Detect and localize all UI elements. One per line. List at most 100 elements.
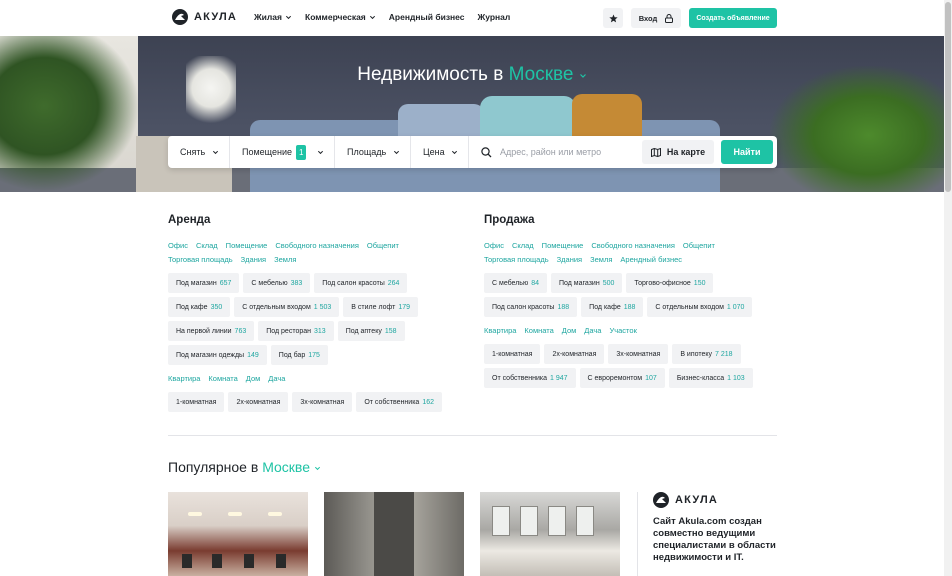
filter-tag[interactable]: Под кафе 188 [581, 297, 644, 317]
tag-count: 179 [398, 303, 411, 311]
tag-label: 1-комнатная [176, 398, 217, 406]
category-link[interactable]: Участок [609, 326, 636, 335]
sale-title: Продажа [484, 214, 535, 226]
nav-item[interactable]: Коммерческая [305, 12, 376, 22]
filter-tag[interactable]: Под аптеку 158 [337, 321, 405, 341]
tag-label: С мебелью [492, 279, 529, 287]
favorites-button[interactable] [603, 8, 623, 28]
category-link[interactable]: Здания [557, 255, 582, 264]
popular-title-prefix: Популярное в [168, 459, 259, 475]
create-listing-button[interactable]: Создать объявление [689, 8, 777, 28]
rent-title: Аренда [168, 214, 211, 226]
filter-tag[interactable]: 3х-комнатная [292, 392, 353, 412]
category-link[interactable]: Квартира [168, 374, 200, 383]
category-link[interactable]: Свободного назначения [275, 241, 359, 250]
nav-item[interactable]: Арендный бизнес [389, 12, 465, 22]
rent-tags: Под магазин 657 С мебелью 383 Под салон крас… [168, 273, 458, 365]
page: АКУЛА Жилая Коммерческая Арендный бизнес Жу… [0, 0, 944, 576]
filter-tag[interactable]: Под магазин 657 [168, 273, 240, 293]
nav-item-label: Журнал [477, 12, 511, 22]
filter-tag[interactable]: Торгово-офисное 150 [626, 273, 714, 293]
filter-tag[interactable]: Под магазин 500 [551, 273, 623, 293]
tag-label: Под кафе [176, 303, 208, 311]
filter-tag[interactable]: С мебелью 383 [243, 273, 311, 293]
filter-tag[interactable]: 3х-комнатная [608, 344, 669, 364]
property-type-select[interactable]: Помещение 1 [230, 136, 335, 168]
tag-count: 188 [623, 303, 636, 311]
nav-item[interactable]: Жилая [254, 12, 292, 22]
category-link[interactable]: Торговая площадь [484, 255, 549, 264]
category-link[interactable]: Комната [208, 374, 237, 383]
filter-tag[interactable]: В стиле лофт 179 [343, 297, 419, 317]
nav-item[interactable]: Журнал [478, 12, 511, 22]
area-label: Площадь [347, 147, 387, 157]
category-link[interactable]: Квартира [484, 326, 516, 335]
section-divider [168, 435, 777, 436]
image-detail [548, 506, 566, 536]
filter-tag[interactable]: С отдельным входом 1 503 [234, 297, 340, 317]
filter-tag[interactable]: Под салон красоты 188 [484, 297, 578, 317]
property-type-value: Помещение [242, 147, 292, 157]
area-select[interactable]: Площадь [335, 136, 411, 168]
category-link[interactable]: Помещение [542, 241, 584, 250]
category-link[interactable]: Офис [484, 241, 504, 250]
category-link[interactable]: Свободного назначения [591, 241, 675, 250]
category-link[interactable]: Земля [590, 255, 612, 264]
filter-tag[interactable]: Под ресторан 313 [258, 321, 334, 341]
logo[interactable]: АКУЛА [172, 9, 237, 25]
filter-tag[interactable]: Под магазин одежды 149 [168, 345, 267, 365]
filter-tag[interactable]: С евроремонтом 107 [579, 368, 665, 388]
filter-tag[interactable]: От собственника 162 [356, 392, 442, 412]
filter-tag[interactable]: 2х-комнатная [228, 392, 289, 412]
filter-tag[interactable]: Под бар 175 [270, 345, 328, 365]
category-link[interactable]: Торговая площадь [168, 255, 233, 264]
image-detail [374, 492, 414, 576]
filter-tag[interactable]: С отдельным входом 1 070 [647, 297, 753, 317]
filter-tag[interactable]: От собственника 1 947 [484, 368, 576, 388]
promo-logo-text: АКУЛА [675, 494, 719, 506]
filter-tag[interactable]: 2х-комнатная [544, 344, 605, 364]
category-link[interactable]: Общепит [367, 241, 399, 250]
login-button[interactable]: Вход [631, 8, 681, 28]
category-link[interactable]: Дом [246, 374, 261, 383]
filter-tag[interactable]: Под салон красоты 264 [314, 273, 408, 293]
map-icon [650, 147, 661, 157]
category-link[interactable]: Дача [268, 374, 285, 383]
category-link[interactable]: Здания [241, 255, 266, 264]
filter-tag[interactable]: С мебелью 84 [484, 273, 547, 293]
scrollbar-thumb[interactable] [945, 2, 951, 192]
category-link[interactable]: Дача [584, 326, 601, 335]
address-search-input[interactable]: Адрес, район или метро [469, 136, 642, 168]
popular-city-selector[interactable]: Москве [262, 459, 321, 475]
filter-tag[interactable]: В ипотеку 7 218 [672, 344, 741, 364]
hero-title-prefix: Недвижимость в [357, 64, 504, 85]
filter-tag[interactable]: 1-комнатная [484, 344, 541, 364]
map-button[interactable]: На карте [642, 140, 714, 164]
chevron-down-icon [285, 15, 292, 19]
popular-listing-image[interactable] [324, 492, 464, 576]
category-link[interactable]: Офис [168, 241, 188, 250]
image-detail [492, 506, 510, 536]
category-link[interactable]: Дом [562, 326, 577, 335]
image-detail [212, 554, 222, 568]
category-link[interactable]: Склад [512, 241, 534, 250]
category-link[interactable]: Комната [524, 326, 553, 335]
category-link[interactable]: Помещение [226, 241, 268, 250]
filter-tag[interactable]: Под кафе 350 [168, 297, 231, 317]
city-selector[interactable]: Москве [509, 64, 587, 85]
category-link[interactable]: Склад [196, 241, 218, 250]
find-button[interactable]: Найти [721, 140, 773, 164]
popular-listing-image[interactable] [480, 492, 620, 576]
chevron-down-icon [314, 466, 320, 471]
category-link[interactable]: Арендный бизнес [620, 255, 682, 264]
category-link[interactable]: Общепит [683, 241, 715, 250]
page-scrollbar[interactable] [944, 0, 952, 576]
filter-tag[interactable]: На первой линии 763 [168, 321, 255, 341]
popular-listing-image[interactable] [168, 492, 308, 576]
category-link[interactable]: Земля [274, 255, 296, 264]
deal-type-select[interactable]: Снять [168, 136, 230, 168]
price-select[interactable]: Цена [411, 136, 469, 168]
filter-tag[interactable]: 1-комнатная [168, 392, 225, 412]
filter-tag[interactable]: Бизнес-класса 1 103 [668, 368, 753, 388]
tag-count: 1 070 [726, 303, 745, 311]
